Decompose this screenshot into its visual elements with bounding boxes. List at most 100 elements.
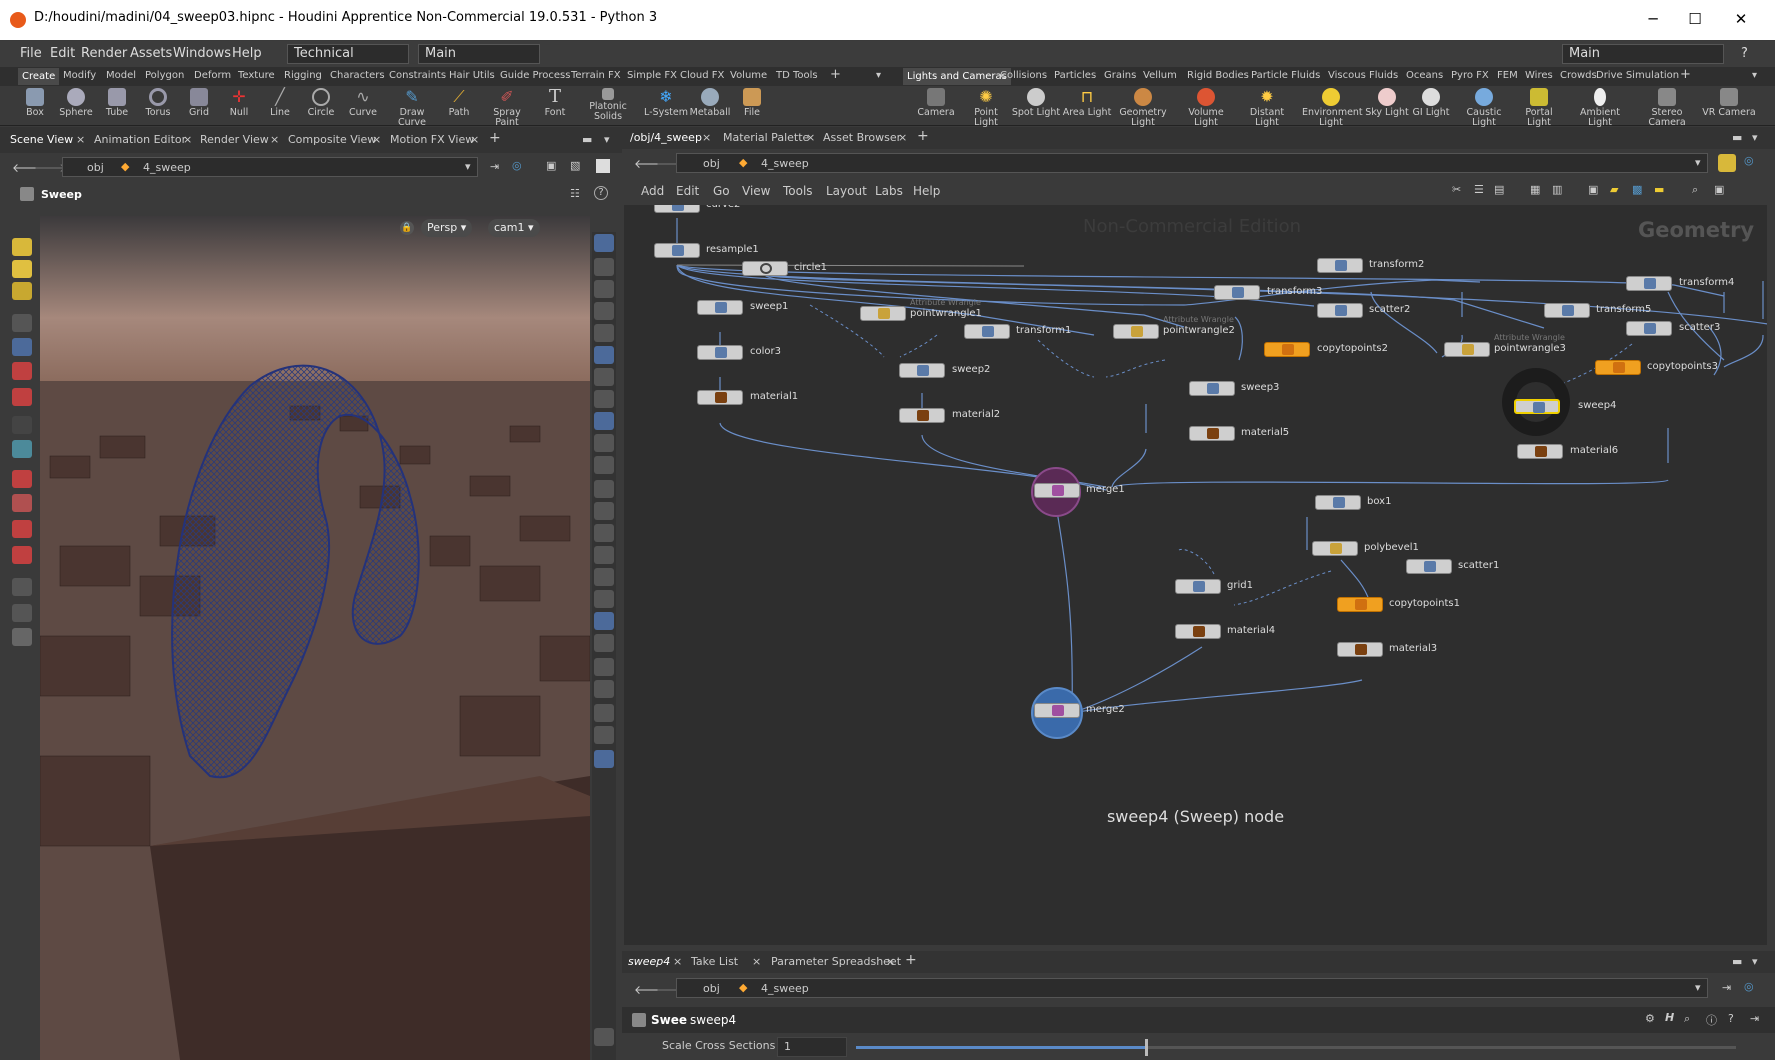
node-sweep1[interactable] [697,300,743,315]
link-icon[interactable]: ◎ [512,159,522,172]
tool-platonic-solids[interactable]: Platonic Solids [585,88,631,122]
tiles-icon[interactable]: ▥ [1552,183,1562,196]
node-sweep3[interactable] [1189,381,1235,396]
node-material1[interactable] [697,390,743,405]
render-tool-icon[interactable] [12,604,32,622]
menu-tools[interactable]: Tools [783,184,813,198]
close-tab-icon[interactable]: × [270,133,279,146]
shelf-tab-viscous-fluids[interactable]: Viscous Fluids [1328,70,1398,81]
snap-point-icon[interactable] [12,520,32,538]
node-scatter1[interactable] [1406,559,1452,574]
magnet-icon[interactable] [12,470,32,488]
close-tab-icon[interactable]: × [702,131,711,144]
path-dropdown-icon[interactable]: ▾ [1695,981,1701,994]
shelf-tab-grains[interactable]: Grains [1104,70,1136,81]
node-name-field[interactable]: sweep4 [688,1010,1548,1030]
shelf-tab-vellum[interactable]: Vellum [1143,70,1177,81]
search-icon[interactable]: ⌕ [1692,183,1698,197]
tool-null[interactable]: ✛ Null [216,88,262,118]
scale-icon[interactable] [12,416,32,434]
tool-distant-light[interactable]: ✹ Distant Light [1240,88,1294,128]
tool-ambient-light[interactable]: Ambient Light [1570,88,1630,128]
shelf-tab-guide-process[interactable]: Guide Process [500,70,570,81]
node-pointwrangle2[interactable] [1113,324,1159,339]
node-grid1[interactable] [1175,579,1221,594]
menu-add[interactable]: Add [641,184,664,198]
link-icon[interactable]: ◎ [1744,980,1754,993]
tab-sweep4[interactable]: sweep4 [628,955,670,968]
camera-dropdown[interactable]: cam1 ▾ [488,219,540,237]
tool-gi-light[interactable]: GI Light [1408,88,1454,118]
shelf-tab-create[interactable]: Create [18,68,60,85]
shelf-tab-particles[interactable]: Particles [1054,70,1096,81]
tool-metaball[interactable]: Metaball [687,88,733,118]
tool-caustic-light[interactable]: Caustic Light [1456,88,1512,128]
light-bulb-icon[interactable] [594,368,614,386]
menu-edit[interactable]: Edit [676,184,699,198]
node-scatter3[interactable] [1626,321,1672,336]
node-resample1[interactable] [654,243,700,258]
vertex-icon[interactable] [594,568,614,586]
grid-view-icon[interactable]: ▦ [1530,183,1540,196]
flipbook-icon[interactable] [12,628,32,646]
snap-icon[interactable]: ▧ [570,159,580,172]
tab-animation-editor[interactable]: Animation Editor [94,133,186,146]
pin-icon[interactable]: ⇥ [490,160,499,173]
tool-curve[interactable]: ∿ Curve [340,88,386,118]
tool-font[interactable]: T Font [532,88,578,118]
camera-view-icon[interactable] [594,704,614,722]
shelf-menu-right-icon[interactable]: ▾ [1752,70,1757,81]
close-tab-icon[interactable]: × [673,955,682,968]
snap-grid-icon[interactable] [12,494,32,512]
shelf-tab-cloud-fx[interactable]: Cloud FX [680,70,724,81]
tool-area-light[interactable]: ⊓ Area Light [1062,88,1112,118]
object-icon[interactable] [594,680,614,698]
node-sweep2[interactable] [899,363,945,378]
network-path-field[interactable]: obj ◆ 4_sweep ▾ [676,153,1708,173]
normals-icon[interactable] [594,480,614,498]
tab-asset-browser[interactable]: Asset Browser [823,131,901,144]
tree-icon[interactable]: ☰ [1474,183,1484,196]
handle-icon[interactable] [12,260,32,278]
3d-viewport[interactable]: 🔒 Persp ▾ cam1 ▾ [40,216,590,1060]
tool-l-system[interactable]: ❄ L-System [643,88,689,118]
tools-icon[interactable]: ✂ [1452,183,1461,196]
node-copytopoints3[interactable] [1595,360,1641,375]
wireframe-icon[interactable] [594,634,614,652]
menu-assets[interactable]: Assets [130,46,172,61]
tool-line[interactable]: ╱ Line [257,88,303,118]
guide-icon[interactable] [594,612,614,630]
shelf-tab-fem[interactable]: FEM [1497,70,1518,81]
close-tab-icon[interactable]: × [752,955,761,968]
shelf-tab-pyro-fx[interactable]: Pyro FX [1451,70,1489,81]
pin-param-icon[interactable]: ⇥ [1750,1012,1759,1025]
tool-spot-light[interactable]: Spot Light [1011,88,1061,118]
tool-box[interactable]: Box [12,88,58,118]
right-context-select[interactable]: Main [1562,44,1724,64]
shelf-tab-polygon[interactable]: Polygon [145,70,184,81]
safe-area-icon[interactable] [594,658,614,676]
node-polybevel1[interactable] [1312,541,1358,556]
tool-draw-curve[interactable]: ✎ Draw Curve [387,88,437,128]
pin-icon[interactable]: ⇥ [1722,981,1731,994]
node-color3[interactable] [697,345,743,360]
menu-render[interactable]: Render [81,46,127,61]
ghost-icon[interactable] [594,258,614,276]
shelf-tab-drive-simulation[interactable]: Drive Simulation [1596,70,1679,81]
visibility-icon[interactable] [594,302,614,320]
tool-sphere[interactable]: Sphere [53,88,99,118]
shading-icon[interactable] [594,324,614,342]
parameter-path-field[interactable]: obj ◆ 4_sweep ▾ [676,978,1708,998]
view-mode-dropdown[interactable]: Persp ▾ [421,219,473,237]
node-merge2[interactable] [1034,703,1080,718]
link-icon[interactable]: ◎ [1744,154,1754,167]
move-icon[interactable] [12,362,32,380]
tool-volume-light[interactable]: Volume Light [1180,88,1232,128]
pose-icon[interactable] [12,282,32,300]
gear-icon[interactable]: ⚙ [1645,1012,1655,1025]
close-tab-icon[interactable]: × [898,131,907,144]
menu-windows[interactable]: Windows [173,46,231,61]
pin-icon[interactable] [1718,154,1736,172]
select-mode-icon[interactable] [12,238,32,256]
help-icon[interactable]: ? [594,186,608,200]
